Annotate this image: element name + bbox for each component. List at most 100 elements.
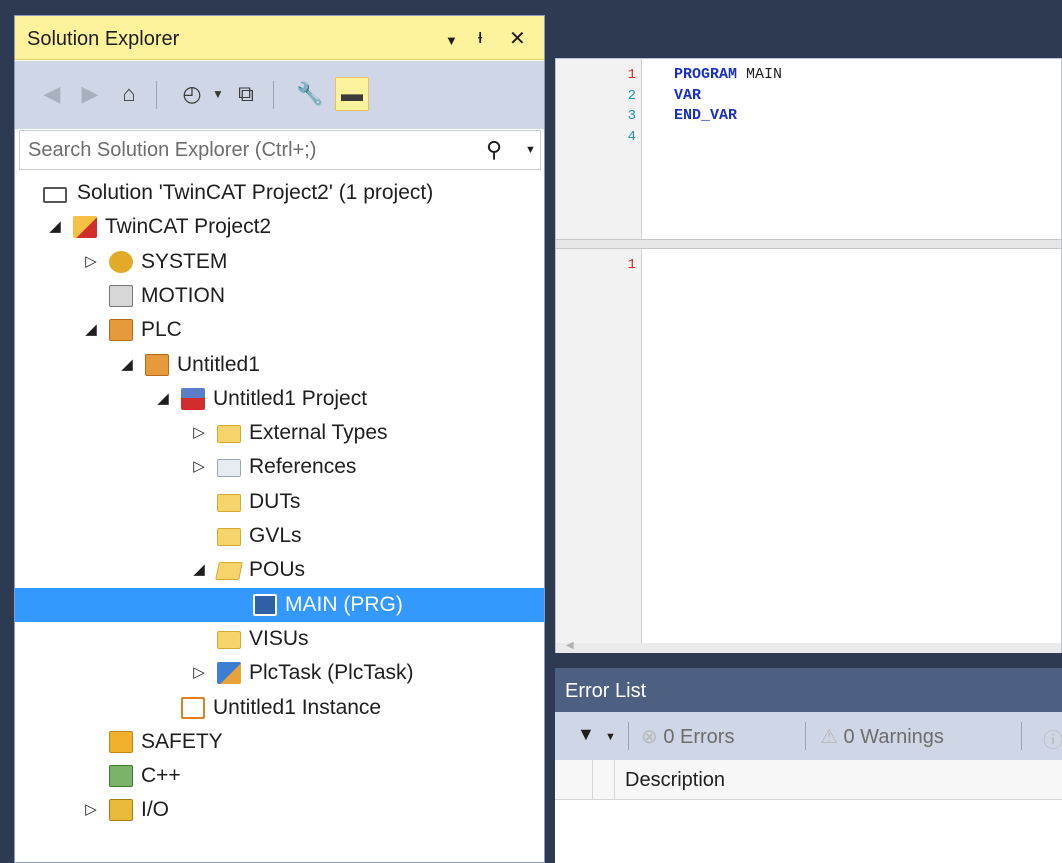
search-icon[interactable]: ⚲ [486,137,502,163]
tree-item[interactable]: SAFETY [15,725,544,759]
forward-icon[interactable]: ▶ [75,79,105,109]
tree-item-label: External Types [249,421,388,445]
tree-item-label: C++ [141,764,181,788]
tree-item[interactable]: MOTION [15,279,544,313]
sync-with-active-document-icon[interactable]: ⧉ [231,79,261,109]
solution-icon [43,187,67,203]
tree-item-label: PLC [141,318,182,342]
search-options-dropdown-icon[interactable]: ▼ [525,144,536,156]
tree-item[interactable]: C++ [15,759,544,793]
pou-icon [253,593,277,616]
auto-hide-pin-icon[interactable]: ᵻ [478,26,482,49]
column-icon-header[interactable] [555,760,593,800]
editor-splitter[interactable] [556,239,1061,249]
expand-arrow-icon[interactable]: ▷ [191,663,207,681]
tree-item[interactable]: Untitled1 Instance [15,691,544,725]
code-line[interactable]: END_VAR [674,107,737,124]
warning-icon: ⚠ [820,726,838,748]
toolbar-separator [805,722,806,750]
back-icon[interactable]: ◀ [37,79,67,109]
code-line[interactable]: PROGRAM MAIN [674,66,782,83]
column-code-header[interactable] [593,760,615,800]
filter-dropdown-icon[interactable]: ▼ [203,79,233,109]
code-keyword: VAR [674,86,702,104]
code-line[interactable]: VAR [674,87,701,104]
collapse-arrow-icon[interactable]: ◢ [191,560,207,578]
tree-item[interactable]: MAIN (PRG) [15,587,544,622]
search-input[interactable] [28,137,468,163]
tree-item-label: SYSTEM [141,249,228,273]
solution-explorer-toolbar: ◀ ▶ ⌂ ◴ ▼ ⧉ 🔧 ▬ [15,61,544,129]
code-identifier: MAIN [737,66,783,83]
motion-icon [109,284,133,307]
line-number: 3 [627,108,636,124]
tree-item-label: Solution 'TwinCAT Project2' (1 project) [77,181,434,204]
error-icon: ⊗ [641,726,658,748]
safety-icon [109,730,133,753]
collapse-arrow-icon[interactable]: ◢ [119,355,135,373]
tree-item[interactable]: GVLs [15,519,544,553]
messages-info-icon[interactable]: ⓘ [1043,724,1062,753]
collapse-arrow-icon[interactable]: ◢ [155,389,171,407]
cpp-icon [109,765,133,788]
window-position-dropdown-icon[interactable]: ▼ [445,33,458,48]
close-icon[interactable]: ✕ [509,26,526,51]
code-editor[interactable]: 1 2 3 4 PROGRAM MAIN VAR END_VAR 1 ◀ [555,58,1062,653]
expand-arrow-icon[interactable]: ▷ [191,423,207,441]
warnings-count-label: 0 Warnings [843,726,944,748]
solution-explorer-title: Solution Explorer [27,28,180,50]
instance-icon [181,696,205,719]
tree-item-label: MAIN (PRG) [285,592,403,616]
tree-item[interactable]: ▷ References [15,450,544,484]
horizontal-scrollbar[interactable]: ◀ [556,640,1061,653]
tree-item-label: Untitled1 Instance [213,695,382,719]
tree-item[interactable]: Solution 'TwinCAT Project2' (1 project) [15,176,544,210]
warnings-filter-button[interactable]: ⚠ 0 Warnings [820,724,944,749]
expand-arrow-icon[interactable]: ▷ [191,457,207,475]
line-number: 1 [627,257,636,273]
filter-icon[interactable]: ▼ [577,724,595,745]
tree-item-label: References [249,455,357,479]
column-description-header[interactable]: Description [625,769,725,792]
tree-item-label: I/O [141,798,170,822]
tree-item[interactable]: ◢ Untitled1 [15,348,544,382]
filter-dropdown-icon[interactable]: ▼ [605,731,616,743]
tree-item-label: PlcTask (PlcTask) [249,661,414,685]
home-icon[interactable]: ⌂ [114,79,144,109]
tree-item[interactable]: DUTs [15,485,544,519]
search-box[interactable]: ⚲ ▼ [19,130,541,170]
error-list-panel: Error List ▼ ▼ ⊗ 0 Errors ⚠ 0 Warnings ⓘ… [555,668,1062,863]
errors-count-label: 0 Errors [663,726,735,748]
tree-item-label: GVLs [249,524,302,547]
scroll-left-icon[interactable]: ◀ [566,640,574,651]
errors-filter-button[interactable]: ⊗ 0 Errors [641,724,734,749]
tree-item[interactable]: VISUs [15,622,544,656]
tree-item[interactable]: ▷ PlcTask (PlcTask) [15,656,544,690]
expand-arrow-icon[interactable]: ▷ [83,252,99,270]
tree-item[interactable]: ▷ I/O [15,793,544,827]
collapse-arrow-icon[interactable]: ◢ [83,320,99,338]
tree-item[interactable]: ▷ SYSTEM [15,245,544,279]
error-list-column-header: Description [555,760,1062,800]
preview-selected-items-icon[interactable]: ▬ [335,77,369,111]
tree-item[interactable]: ◢ Untitled1 Project [15,382,544,416]
plc-icon [109,319,133,342]
tree-item[interactable]: ◢ PLC [15,313,544,347]
tree-item-label: MOTION [141,283,225,307]
toolbar-separator [628,722,629,750]
folder-icon [217,528,241,546]
solution-explorer-panel: Solution Explorer ▼ ᵻ ✕ ◀ ▶ ⌂ ◴ ▼ ⧉ 🔧 ▬ … [14,15,545,863]
tree-item[interactable]: ◢ POUs [15,553,544,587]
folder-icon [217,630,241,649]
toolbar-separator [156,81,157,109]
task-icon [217,662,241,685]
line-number: 4 [627,128,636,145]
solution-explorer-title-bar: Solution Explorer ▼ ᵻ ✕ [15,16,544,60]
tree-item[interactable]: ◢ TwinCAT Project2 [15,210,544,244]
properties-wrench-icon[interactable]: 🔧 [295,79,325,109]
expand-arrow-icon[interactable]: ▷ [83,800,99,818]
tree-item[interactable]: ▷ External Types [15,416,544,450]
system-icon [109,250,133,273]
code-keyword: PROGRAM [674,66,738,83]
collapse-arrow-icon[interactable]: ◢ [47,217,63,235]
